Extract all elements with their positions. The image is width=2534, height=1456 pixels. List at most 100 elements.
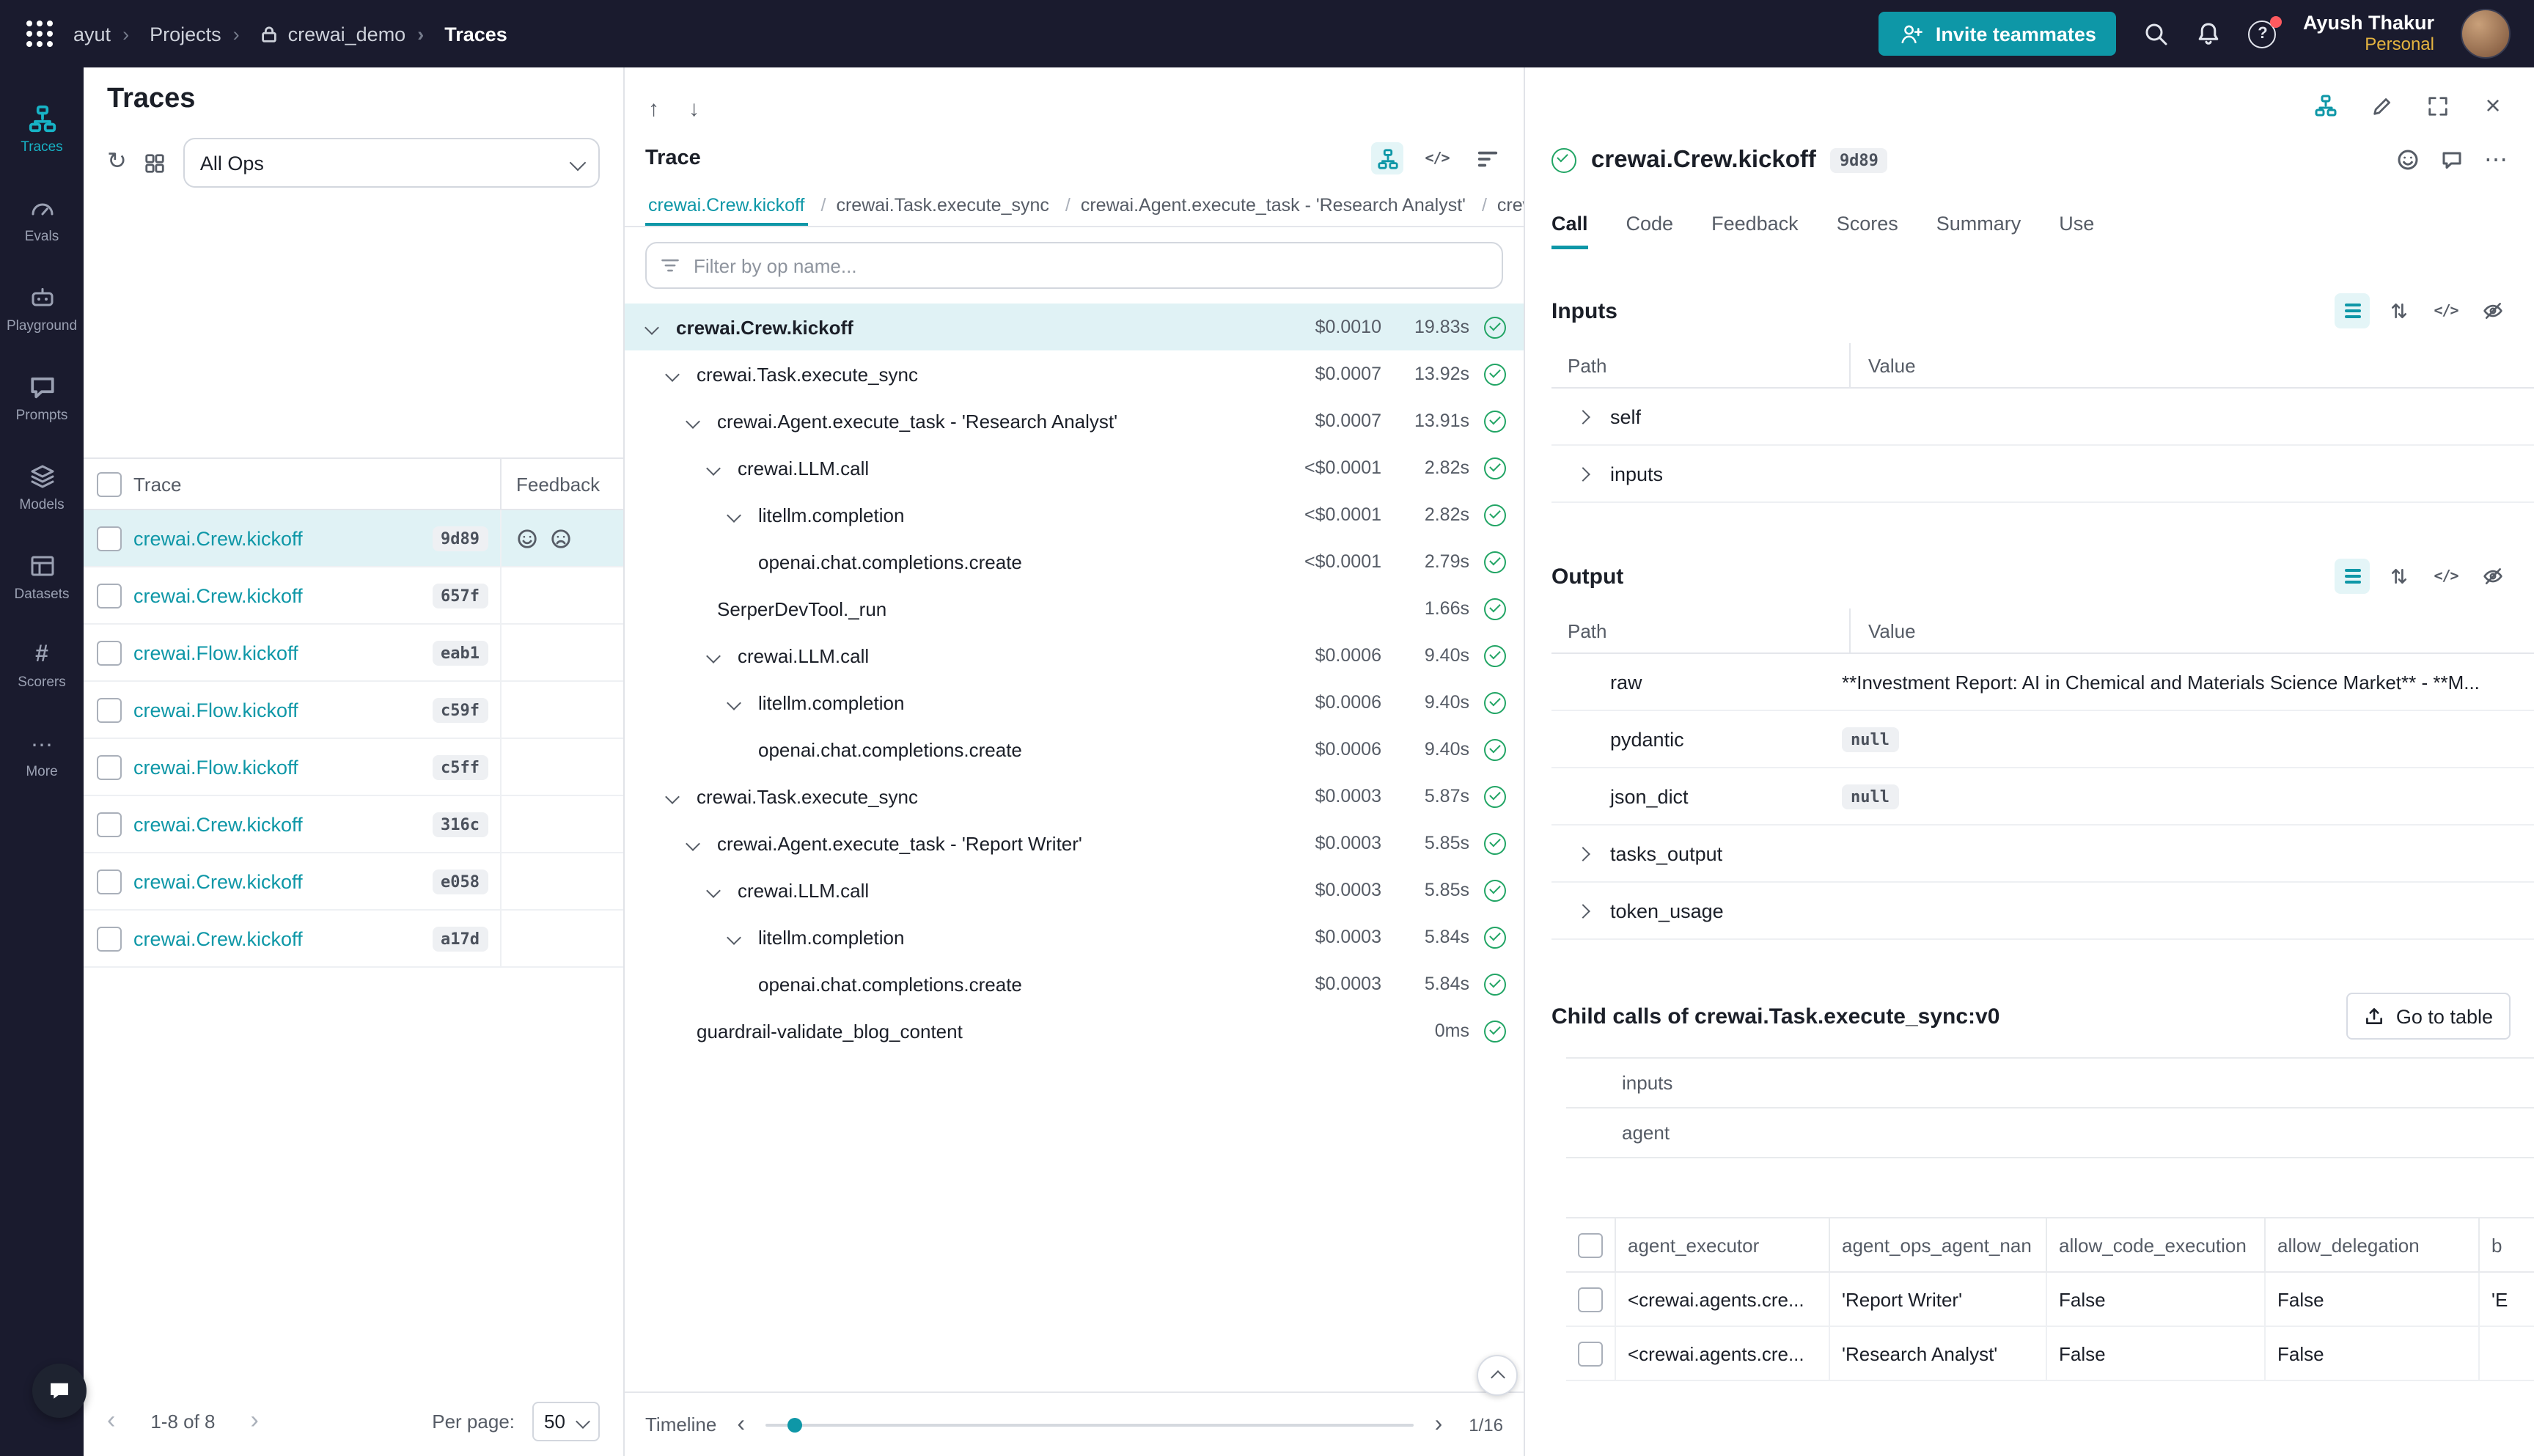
table-row[interactable]: crewai.Crew.kickoffe058: [84, 853, 623, 911]
sidebar-item-models[interactable]: Models: [0, 443, 84, 532]
sidebar-item-more[interactable]: ⋯ More: [0, 711, 84, 801]
trace-tree-row[interactable]: crewai.LLM.call$0.00035.85s: [625, 867, 1524, 913]
timeline-prev-icon[interactable]: ‹: [731, 1411, 751, 1438]
path-tab[interactable]: crewai.LLM.cal: [1469, 195, 1524, 226]
flame-view-icon[interactable]: [1471, 142, 1503, 174]
chat-support-button[interactable]: [32, 1364, 87, 1418]
chevron-down-icon[interactable]: [729, 510, 758, 520]
trace-tree-row[interactable]: openai.chat.completions.create<$0.00012.…: [625, 538, 1524, 585]
chevron-down-icon[interactable]: [688, 416, 717, 426]
sidebar-item-traces[interactable]: Traces: [0, 85, 84, 174]
table-row[interactable]: crewai.Crew.kickoffa17d: [84, 911, 623, 968]
table-row[interactable]: crewai.Flow.kickoffeab1: [84, 625, 623, 682]
code-view-icon[interactable]: </>: [2428, 559, 2464, 594]
trace-tree-row[interactable]: crewai.LLM.call$0.00069.40s: [625, 632, 1524, 679]
columns-icon[interactable]: [144, 152, 166, 174]
comment-icon[interactable]: [2440, 148, 2464, 172]
chevron-right-icon[interactable]: [1578, 411, 1610, 422]
list-view-icon[interactable]: [2335, 293, 2370, 328]
row-checkbox[interactable]: [96, 869, 121, 894]
table-row[interactable]: <crewai.agents.cre... 'Research Analyst'…: [1566, 1327, 2534, 1381]
chevron-down-icon[interactable]: [688, 838, 717, 848]
trace-tree-row[interactable]: crewai.Agent.execute_task - 'Report Writ…: [625, 820, 1524, 867]
sidebar-item-scorers[interactable]: # Scorers: [0, 622, 84, 711]
tree-view-icon[interactable]: [1371, 142, 1403, 174]
tree-toggle-icon[interactable]: [2308, 88, 2343, 123]
close-icon[interactable]: ×: [2475, 88, 2511, 123]
output-row-json-dict[interactable]: json_dict null: [1551, 768, 2534, 826]
output-row-token-usage[interactable]: token_usage: [1551, 883, 2534, 940]
timeline-next-icon[interactable]: ›: [1429, 1411, 1449, 1438]
notifications-bell-icon[interactable]: [2196, 21, 2222, 47]
per-page-select[interactable]: 50: [532, 1401, 600, 1441]
row-checkbox[interactable]: [96, 754, 121, 779]
table-row[interactable]: <crewai.agents.cre... 'Report Writer' Fa…: [1566, 1273, 2534, 1327]
trace-tree-row[interactable]: crewai.Task.execute_sync$0.000713.92s: [625, 350, 1524, 397]
trace-tree-row[interactable]: crewai.LLM.call<$0.00012.82s: [625, 444, 1524, 491]
row-checkbox[interactable]: [1578, 1287, 1603, 1312]
frowny-feedback-icon[interactable]: [550, 527, 572, 549]
trace-tree-row[interactable]: crewai.Task.execute_sync$0.00035.87s: [625, 773, 1524, 820]
tab-feedback[interactable]: Feedback: [1711, 213, 1799, 249]
sidebar-item-datasets[interactable]: Datasets: [0, 532, 84, 622]
edit-pencil-icon[interactable]: [2364, 88, 2399, 123]
select-all-checkbox[interactable]: [1578, 1232, 1603, 1257]
output-row-tasks-output[interactable]: tasks_output: [1551, 826, 2534, 883]
add-reaction-icon[interactable]: [2396, 148, 2420, 172]
chevron-right-icon[interactable]: [1578, 848, 1610, 858]
prev-page-icon[interactable]: ‹: [107, 1406, 142, 1435]
row-checkbox[interactable]: [96, 640, 121, 665]
table-row[interactable]: crewai.Flow.kickoffc5ff: [84, 739, 623, 796]
tab-call[interactable]: Call: [1551, 213, 1588, 249]
chevron-down-icon[interactable]: [708, 463, 738, 473]
eye-off-icon[interactable]: [2475, 559, 2511, 594]
breadcrumb-project[interactable]: crewai_demo: [233, 23, 406, 45]
table-row[interactable]: crewai.Crew.kickoff9d89: [84, 510, 623, 567]
trace-tree-row[interactable]: crewai.Agent.execute_task - 'Research An…: [625, 397, 1524, 444]
chevron-down-icon[interactable]: [708, 885, 738, 895]
select-all-checkbox[interactable]: [96, 471, 121, 496]
path-tab[interactable]: crewai.Agent.execute_task - 'Research An…: [1052, 195, 1469, 226]
tab-code[interactable]: Code: [1626, 213, 1674, 249]
list-view-icon[interactable]: [2335, 559, 2370, 594]
op-filter-input[interactable]: [645, 242, 1503, 289]
timeline-slider-knob[interactable]: [788, 1417, 803, 1432]
code-view-icon[interactable]: </>: [2428, 293, 2464, 328]
overflow-menu-icon[interactable]: ⋯: [2484, 145, 2508, 174]
chevron-down-icon[interactable]: [729, 932, 758, 942]
sort-expand-icon[interactable]: [2381, 293, 2417, 328]
trace-tree-row[interactable]: guardrail-validate_blog_content0ms: [625, 1007, 1524, 1054]
trace-tree-row[interactable]: litellm.completion$0.00069.40s: [625, 679, 1524, 726]
next-page-icon[interactable]: ›: [224, 1406, 285, 1435]
breadcrumb-traces[interactable]: Traces: [417, 23, 507, 45]
output-row-pydantic[interactable]: pydantic null: [1551, 711, 2534, 768]
refresh-icon[interactable]: ↻: [107, 151, 127, 174]
sidebar-item-prompts[interactable]: Prompts: [0, 353, 84, 443]
ops-filter-select[interactable]: All Ops: [184, 138, 600, 188]
chevron-down-icon[interactable]: [667, 791, 697, 801]
breadcrumb-entity[interactable]: ayut: [73, 23, 111, 45]
input-row-inputs[interactable]: inputs: [1551, 446, 2534, 503]
tab-use[interactable]: Use: [2059, 213, 2094, 249]
trace-tree-row[interactable]: litellm.completion$0.00035.84s: [625, 913, 1524, 960]
search-icon[interactable]: [2143, 21, 2170, 47]
sidebar-item-evals[interactable]: Evals: [0, 174, 84, 264]
code-view-icon[interactable]: </>: [1421, 142, 1453, 174]
trace-tree-row[interactable]: openai.chat.completions.create$0.00069.4…: [625, 726, 1524, 773]
table-row[interactable]: crewai.Crew.kickoff657f: [84, 567, 623, 625]
help-icon[interactable]: ?: [2249, 20, 2277, 48]
row-checkbox[interactable]: [96, 697, 121, 722]
path-tab[interactable]: crewai.Task.execute_sync: [808, 195, 1052, 226]
input-row-self[interactable]: self: [1551, 389, 2534, 446]
prev-call-icon[interactable]: ↑: [648, 96, 659, 121]
eye-off-icon[interactable]: [2475, 293, 2511, 328]
row-checkbox[interactable]: [1578, 1341, 1603, 1366]
row-checkbox[interactable]: [96, 583, 121, 608]
invite-teammates-button[interactable]: Invite teammates: [1879, 12, 2117, 56]
trace-tree-row[interactable]: SerperDevTool._run1.66s: [625, 585, 1524, 632]
timeline-slider[interactable]: [765, 1423, 1414, 1426]
chevron-down-icon[interactable]: [708, 650, 738, 661]
path-tab[interactable]: crewai.Crew.kickoff: [645, 195, 808, 226]
chevron-down-icon[interactable]: [647, 322, 676, 332]
sidebar-item-playground[interactable]: Playground: [0, 264, 84, 353]
